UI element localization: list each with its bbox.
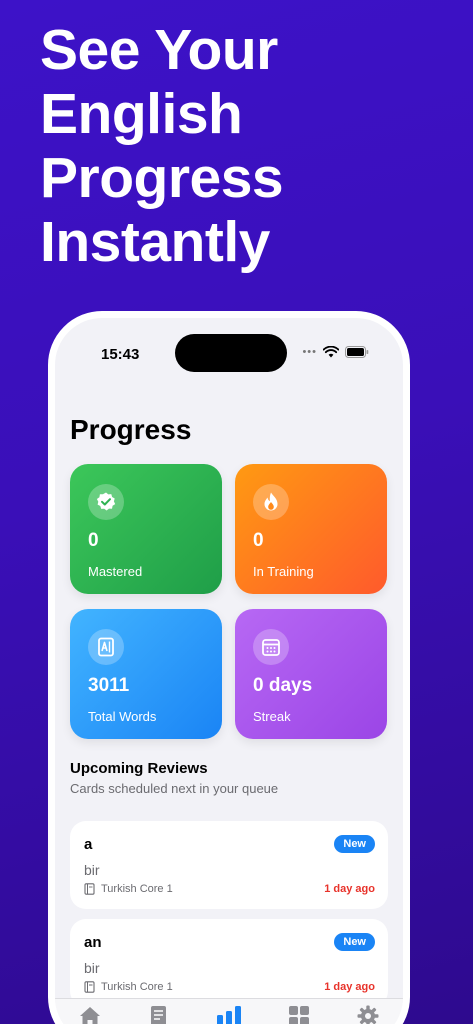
mastered-value: 0 <box>88 530 99 551</box>
tab-home[interactable] <box>75 1005 105 1024</box>
headline-line-4: Instantly <box>40 210 270 274</box>
review-due: 1 day ago <box>324 981 375 993</box>
home-icon <box>79 1007 100 1024</box>
document-icon <box>151 1006 167 1024</box>
signal-dots-icon: ••• <box>302 346 317 358</box>
grid-icon <box>288 1006 309 1024</box>
tab-browse[interactable] <box>284 1005 314 1024</box>
wifi-icon <box>323 346 339 358</box>
dynamic-island <box>175 334 287 372</box>
in-training-label: In Training <box>253 564 314 579</box>
tab-settings[interactable] <box>353 1005 383 1024</box>
total-words-card[interactable]: 3011 Total Words <box>70 609 222 739</box>
streak-value: 0 days <box>253 675 313 696</box>
flame-icon <box>253 484 289 520</box>
headline-line-2: English <box>40 82 243 146</box>
headline-line-1: See Your <box>40 18 278 82</box>
dictionary-icon <box>88 629 124 665</box>
mastered-card[interactable]: 0 Mastered <box>70 464 222 594</box>
review-card[interactable]: a New bir Turkish Core 1 1 day ago <box>70 821 388 909</box>
gear-icon <box>357 1005 379 1024</box>
review-due: 1 day ago <box>324 883 375 895</box>
streak-label: Streak <box>253 709 291 724</box>
streak-card[interactable]: 0 days Streak <box>235 609 387 739</box>
tab-progress[interactable] <box>214 1005 244 1024</box>
book-icon <box>84 981 95 993</box>
bar-chart-icon <box>216 1006 241 1024</box>
tab-bar <box>55 998 403 1024</box>
review-word: a <box>84 836 93 853</box>
review-card[interactable]: an New bir Turkish Core 1 1 day ago <box>70 919 388 1007</box>
headline: See Your English Progress Instantly <box>40 18 284 274</box>
in-training-value: 0 <box>253 530 264 551</box>
status-time: 15:43 <box>101 346 140 363</box>
review-deck: Turkish Core 1 <box>84 981 173 993</box>
new-badge: New <box>334 933 375 951</box>
headline-line-3: Progress <box>40 146 284 210</box>
page-title: Progress <box>70 414 192 445</box>
new-badge: New <box>334 835 375 853</box>
calendar-icon <box>253 629 289 665</box>
review-deck: Turkish Core 1 <box>84 883 173 895</box>
review-deck-name: Turkish Core 1 <box>101 883 173 895</box>
upcoming-reviews-title: Upcoming Reviews <box>70 760 208 777</box>
review-translation: bir <box>84 960 100 976</box>
phone-frame: 15:43 ••• Progress 0 Mastered 0 In Train… <box>48 311 410 1024</box>
in-training-card[interactable]: 0 In Training <box>235 464 387 594</box>
total-words-label: Total Words <box>88 709 157 724</box>
checkmark-seal-icon <box>88 484 124 520</box>
upcoming-reviews-subtitle: Cards scheduled next in your queue <box>70 781 279 796</box>
review-deck-name: Turkish Core 1 <box>101 981 173 993</box>
total-words-value: 3011 <box>88 675 130 696</box>
tab-cards[interactable] <box>144 1005 174 1024</box>
status-icons: ••• <box>302 346 369 358</box>
review-translation: bir <box>84 862 100 878</box>
review-word: an <box>84 934 102 951</box>
battery-icon <box>345 346 369 358</box>
book-icon <box>84 883 95 895</box>
mastered-label: Mastered <box>88 564 143 579</box>
